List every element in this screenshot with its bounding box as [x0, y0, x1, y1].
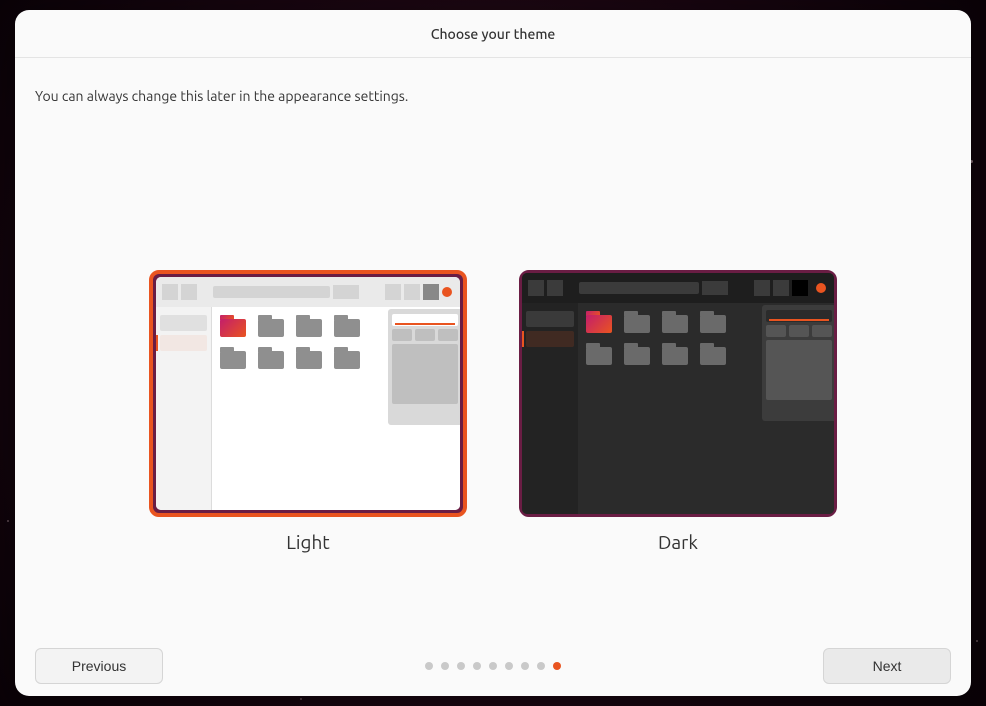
pager-dot-7[interactable]: [521, 662, 529, 670]
folder-icon: [700, 311, 726, 333]
folder-icon: [220, 347, 246, 369]
footer: Previous Next: [15, 636, 971, 696]
window-close-icon: [816, 283, 826, 293]
pager-dot-2[interactable]: [441, 662, 449, 670]
pager-dot-9[interactable]: [553, 662, 561, 670]
theme-option-light[interactable]: Light: [149, 270, 467, 553]
theme-option-dark[interactable]: Dark: [519, 270, 837, 553]
pager-dot-6[interactable]: [505, 662, 513, 670]
folder-icon: [700, 343, 726, 365]
pager-dot-3[interactable]: [457, 662, 465, 670]
folder-icon: [334, 315, 360, 337]
theme-preview-dark-inner: [522, 273, 834, 514]
preview-sidebar: [522, 303, 578, 514]
preview-sidebar: [156, 307, 212, 510]
setup-wizard-card: Choose your theme You can always change …: [15, 10, 971, 696]
preview-toolbar: [522, 273, 834, 303]
subtitle-text: You can always change this later in the …: [35, 88, 951, 104]
folder-icon: [220, 315, 246, 337]
theme-option-light-label: Light: [286, 531, 330, 553]
preview-file-grid: [212, 307, 460, 510]
previous-button[interactable]: Previous: [35, 648, 163, 684]
page-title: Choose your theme: [431, 26, 556, 42]
pager-dot-8[interactable]: [537, 662, 545, 670]
folder-icon: [624, 343, 650, 365]
folder-icon: [296, 347, 322, 369]
preview-toolbar: [156, 277, 460, 307]
body: You can always change this later in the …: [15, 58, 971, 636]
theme-options: Light: [15, 270, 971, 553]
preview-context-menu: [388, 309, 460, 425]
folder-icon: [586, 311, 612, 333]
theme-preview-dark[interactable]: [519, 270, 837, 517]
folder-icon: [258, 347, 284, 369]
folder-icon: [258, 315, 284, 337]
folder-icon: [334, 347, 360, 369]
folder-icon: [296, 315, 322, 337]
folder-icon: [586, 343, 612, 365]
pager-dot-1[interactable]: [425, 662, 433, 670]
folder-icon: [624, 311, 650, 333]
folder-icon: [662, 343, 688, 365]
window-close-icon: [442, 287, 452, 297]
theme-option-dark-label: Dark: [658, 531, 698, 553]
pager-dots: [425, 662, 561, 670]
theme-preview-light[interactable]: [149, 270, 467, 517]
header: Choose your theme: [15, 10, 971, 58]
folder-icon: [662, 311, 688, 333]
preview-file-grid: [578, 303, 834, 514]
pager-dot-4[interactable]: [473, 662, 481, 670]
next-button[interactable]: Next: [823, 648, 951, 684]
preview-context-menu: [762, 305, 834, 421]
pager-dot-5[interactable]: [489, 662, 497, 670]
theme-preview-light-inner: [156, 277, 460, 510]
